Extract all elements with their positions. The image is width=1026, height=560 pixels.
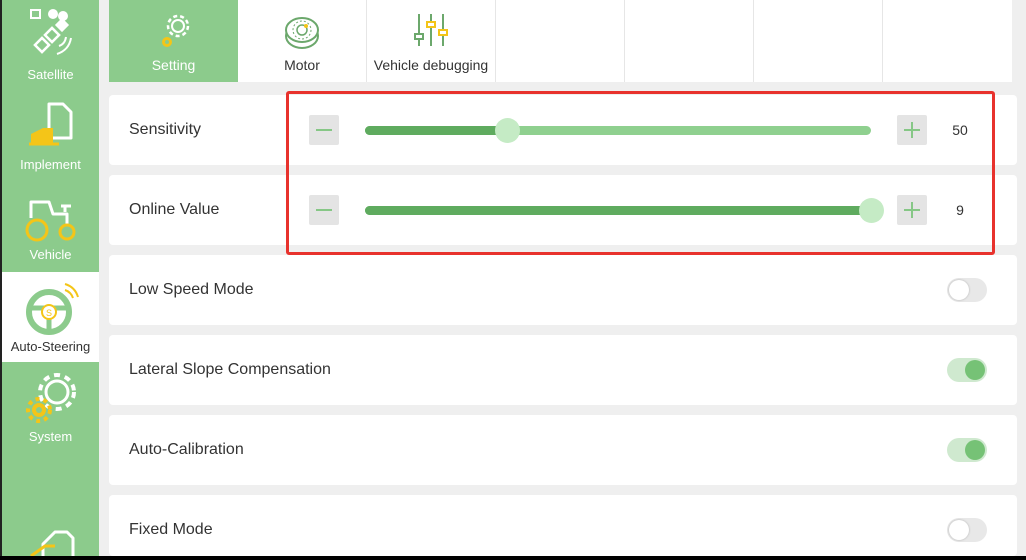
auto-calibration-label: Auto-Calibration [129, 441, 244, 458]
system-gear-icon [2, 370, 99, 426]
online-value-slider-thumb[interactable] [859, 198, 884, 223]
sensitivity-decrease-button[interactable] [309, 115, 339, 145]
sidebar-item-label: Vehicle [29, 247, 72, 262]
tab-label: Motor [284, 57, 320, 73]
sidebar-item-label: Auto-Steering [10, 339, 91, 354]
auto-calibration-toggle[interactable] [947, 438, 987, 462]
tab-motor[interactable]: Motor [238, 0, 367, 82]
gear-icon [109, 12, 238, 52]
sidebar-item-implement[interactable]: Implement [2, 90, 99, 180]
tab-vehicle-debugging[interactable]: Vehicle debugging [367, 0, 496, 82]
tab-empty [625, 0, 754, 82]
lateral-slope-compensation-label: Lateral Slope Compensation [129, 361, 331, 378]
fixed-mode-row: Fixed Mode [109, 495, 1017, 556]
screen-bottom-edge [0, 556, 1026, 560]
implement-icon [2, 98, 99, 154]
toggle-knob [949, 280, 969, 300]
tab-empty [883, 0, 1012, 82]
sliders-icon [367, 12, 495, 52]
fixed-mode-toggle[interactable] [947, 518, 987, 542]
sidebar-item-vehicle[interactable]: Vehicle [2, 180, 99, 270]
sidebar-item-auto-steering[interactable]: S Auto-Steering [2, 272, 99, 362]
satellite-icon [2, 4, 99, 60]
svg-text:S: S [45, 308, 51, 318]
sidebar-item-satellite[interactable]: Satellite [2, 0, 99, 90]
online-value-slider-fill [365, 206, 871, 215]
sidebar-item-label: System [28, 429, 73, 444]
low-speed-mode-label: Low Speed Mode [129, 281, 254, 298]
sensitivity-value: 50 [952, 122, 968, 138]
online-value-increase-button[interactable] [897, 195, 927, 225]
sensitivity-label: Sensitivity [129, 121, 202, 138]
toggle-knob [949, 520, 969, 540]
lateral-slope-compensation-toggle[interactable] [947, 358, 987, 382]
sensitivity-slider[interactable] [365, 118, 871, 143]
sensitivity-slider-thumb[interactable] [494, 118, 520, 143]
sensitivity-slider-fill [365, 126, 507, 135]
sidebar: Satellite Implement Vehicle S Auto-Steer… [2, 0, 99, 556]
sidebar-item-label: Implement [20, 157, 81, 172]
tab-bar: Setting Motor Vehicle debugging [109, 0, 1012, 82]
tractor-icon [2, 188, 99, 244]
online-value-value: 9 [956, 202, 964, 218]
low-speed-mode-row: Low Speed Mode [109, 255, 1017, 325]
steering-wheel-icon: S [2, 280, 99, 336]
motor-icon [238, 12, 366, 52]
auto-calibration-row: Auto-Calibration [109, 415, 1017, 485]
online-value-decrease-button[interactable] [309, 195, 339, 225]
online-value-row: Online Value 9 [109, 175, 1017, 245]
toggle-knob [965, 360, 985, 380]
implement-partial-icon [2, 526, 99, 556]
toggle-knob [965, 440, 985, 460]
sensitivity-row: Sensitivity 50 [109, 95, 1017, 165]
sidebar-item-label: Satellite [27, 67, 74, 82]
tab-setting[interactable]: Setting [109, 0, 238, 82]
low-speed-mode-toggle[interactable] [947, 278, 987, 302]
online-value-label: Online Value [129, 201, 220, 218]
sidebar-item-system[interactable]: System [2, 362, 99, 452]
sidebar-item-more[interactable] [2, 520, 99, 556]
tab-label: Vehicle debugging [373, 57, 489, 73]
tab-label: Setting [151, 57, 196, 73]
sensitivity-increase-button[interactable] [897, 115, 927, 145]
online-value-slider[interactable] [365, 198, 884, 223]
tab-empty [496, 0, 625, 82]
fixed-mode-label: Fixed Mode [129, 521, 213, 538]
lateral-slope-compensation-row: Lateral Slope Compensation [109, 335, 1017, 405]
tab-empty [754, 0, 883, 82]
